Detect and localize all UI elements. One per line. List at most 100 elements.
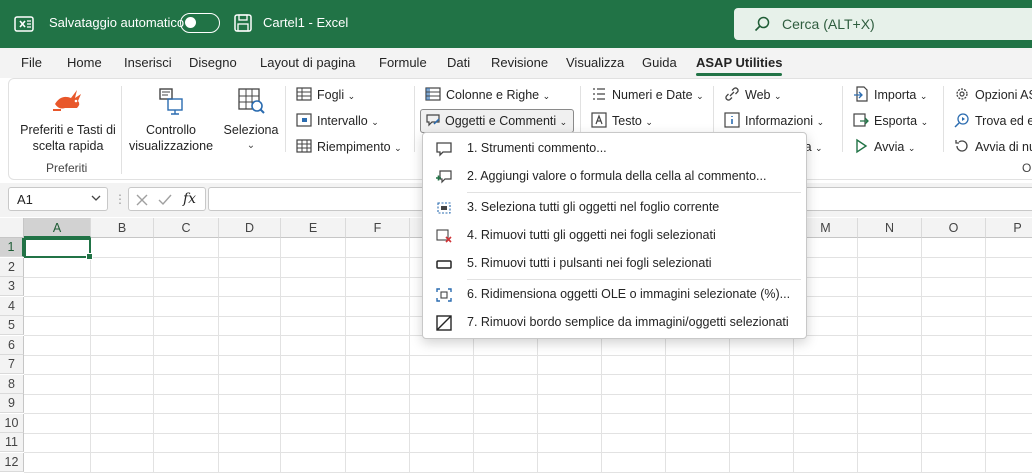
colonne-righe-button[interactable]: Colonne e Righe ⌄ <box>425 85 550 105</box>
menu-item-comment-tools[interactable]: 1. Strumenti commento... <box>423 136 806 162</box>
column-header[interactable]: P <box>986 218 1032 238</box>
row-header[interactable]: 2 <box>0 257 24 277</box>
row-header[interactable]: 3 <box>0 277 24 296</box>
avvia-button[interactable]: Avvia ⌄ <box>853 137 915 157</box>
menu-item-select-all-objects[interactable]: 3. Seleziona tutti gli oggetti nel fogli… <box>423 195 806 221</box>
oggetti-commenti-button[interactable]: Oggetti e Commenti ⌄ <box>420 109 575 133</box>
select-label: Seleziona <box>223 123 279 137</box>
row-header[interactable]: 9 <box>0 394 24 413</box>
esporta-label: Esporta <box>874 114 918 128</box>
row-header[interactable]: 10 <box>0 413 24 433</box>
name-box[interactable]: A1 <box>8 187 108 211</box>
menu-item-remove-objects[interactable]: 4. Rimuovi tutti gli oggetti nei fogli s… <box>423 223 806 249</box>
objects-comments-icon <box>426 114 440 127</box>
ribbon-divider <box>121 86 122 174</box>
menu-item-remove-border[interactable]: 7. Rimuovi bordo semplice da immagini/og… <box>423 310 806 336</box>
column-header[interactable]: A <box>24 218 91 238</box>
add-comment-icon <box>436 170 452 184</box>
formula-bar-grip: ⋮ <box>114 192 126 206</box>
cancel-icon[interactable] <box>135 193 149 207</box>
web-link-icon <box>725 87 739 101</box>
no-border-icon <box>436 315 452 331</box>
menu-item-resize-ole[interactable]: 6. Ridimensiona oggetti OLE o immagini s… <box>423 282 806 308</box>
grid-line <box>24 452 1032 453</box>
tab-layout[interactable]: Layout di pagina <box>260 55 355 70</box>
opzioni-label: Opzioni ASA <box>975 88 1032 102</box>
opzioni-button[interactable]: Opzioni ASA <box>954 85 1032 105</box>
ribbon-divider <box>414 86 415 152</box>
intervallo-button[interactable]: Intervallo ⌄ <box>296 111 379 131</box>
tab-revisione[interactable]: Revisione <box>491 55 548 70</box>
fogli-button[interactable]: Fogli ⌄ <box>296 85 355 105</box>
column-header[interactable]: O <box>922 218 986 238</box>
testo-button[interactable]: Testo ⌄ <box>591 111 653 131</box>
name-box-value: A1 <box>17 192 33 207</box>
tab-asap-utilities[interactable]: ASAP Utilities <box>696 55 783 76</box>
check-icon[interactable] <box>158 193 172 207</box>
testo-label: Testo <box>612 114 642 128</box>
menu-tabs: File Home Inserisci Disegno Layout di pa… <box>0 48 1032 78</box>
riempimento-button[interactable]: Riempimento ⌄ <box>296 137 402 157</box>
title-bar: Salvataggio automatico Cartel1 - Excel C… <box>0 0 1032 48</box>
rabbit-icon <box>53 90 81 111</box>
active-cell[interactable] <box>24 238 93 260</box>
ribbon-divider <box>285 86 286 152</box>
save-icon[interactable] <box>233 13 253 33</box>
numeri-date-button[interactable]: Numeri e Date ⌄ <box>591 85 704 105</box>
column-header[interactable]: C <box>154 218 219 238</box>
menu-item-add-value-comment[interactable]: 2. Aggiungi valore o formula della cella… <box>423 164 806 190</box>
row-header[interactable]: 6 <box>0 335 24 355</box>
sheets-icon <box>296 87 312 101</box>
columns-rows-icon <box>425 87 441 101</box>
monitor-check-icon <box>159 88 183 115</box>
tab-file[interactable]: File <box>21 55 42 70</box>
remove-objects-icon <box>436 229 452 243</box>
column-header[interactable]: E <box>281 218 346 238</box>
insert-function-icon[interactable]: fx <box>183 191 196 207</box>
column-header[interactable]: F <box>346 218 410 238</box>
row-header[interactable]: 7 <box>0 355 24 374</box>
favorites-button[interactable]: Preferiti e Tasti di scelta rapida <box>16 86 120 154</box>
row-header[interactable]: 11 <box>0 433 24 452</box>
select-objects-icon <box>437 202 451 214</box>
control-view-button[interactable]: Controllo visualizzazione <box>126 86 216 154</box>
select-button[interactable]: Seleziona ⌄ <box>222 86 280 154</box>
web-label: Web <box>745 88 771 102</box>
menu-item-label: 3. Seleziona tutti gli oggetti nel fogli… <box>467 200 720 214</box>
row-header[interactable]: 5 <box>0 316 24 335</box>
menu-item-remove-buttons[interactable]: 5. Rimuovi tutti i pulsanti nei fogli se… <box>423 251 806 277</box>
row-header[interactable]: 1 <box>0 238 24 257</box>
group-label-options: O <box>1022 161 1032 175</box>
column-header[interactable]: N <box>858 218 922 238</box>
select-all-corner[interactable] <box>0 218 24 238</box>
search-box[interactable]: Cerca (ALT+X) <box>734 8 1032 40</box>
tab-visualizza[interactable]: Visualizza <box>566 55 624 70</box>
grid-line <box>24 432 1032 434</box>
menu-divider <box>467 279 801 280</box>
gear-icon <box>956 88 968 100</box>
tab-guida[interactable]: Guida <box>642 55 677 70</box>
tab-home[interactable]: Home <box>67 55 102 70</box>
tab-disegno[interactable]: Disegno <box>189 55 237 70</box>
esporta-button[interactable]: Esporta ⌄ <box>853 111 928 131</box>
row-header[interactable]: 4 <box>0 296 24 316</box>
autosave-toggle[interactable] <box>180 13 220 33</box>
search-placeholder: Cerca (ALT+X) <box>782 16 875 32</box>
menu-item-label: 6. Ridimensiona oggetti OLE o immagini s… <box>467 287 791 301</box>
row-header[interactable]: 8 <box>0 374 24 394</box>
column-header[interactable]: B <box>91 218 154 238</box>
column-header[interactable]: D <box>219 218 281 238</box>
tab-formule[interactable]: Formule <box>379 55 427 70</box>
web-button[interactable]: Web ⌄ <box>724 85 782 105</box>
rerun-icon <box>955 140 968 152</box>
trova-button[interactable]: Trova ed es <box>954 111 1032 131</box>
tab-inserisci[interactable]: Inserisci <box>124 55 172 70</box>
informazioni-button[interactable]: Informazioni ⌄ <box>724 111 824 131</box>
ribbon-divider <box>943 86 944 152</box>
tab-dati[interactable]: Dati <box>447 55 470 70</box>
avvia-nuovo-button[interactable]: Avvia di nu <box>954 137 1032 157</box>
menu-item-label: 5. Rimuovi tutti i pulsanti nei fogli se… <box>467 256 712 270</box>
row-header[interactable]: 12 <box>0 452 24 472</box>
importa-button[interactable]: Importa ⌄ <box>853 85 927 105</box>
importa-label: Importa <box>874 88 917 102</box>
